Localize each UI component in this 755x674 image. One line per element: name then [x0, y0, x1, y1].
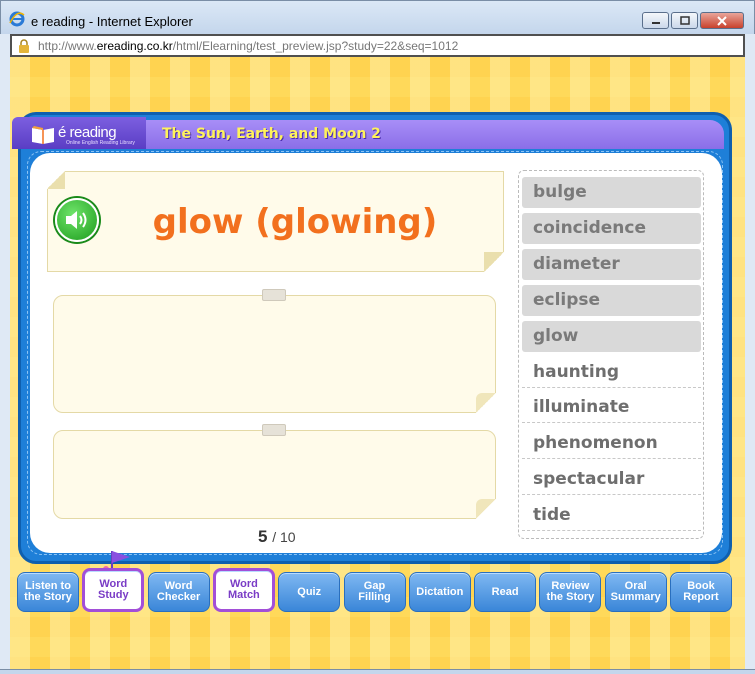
nav-button-book-report[interactable]: Book Report: [670, 572, 732, 612]
nav-label-line2: Match: [228, 589, 260, 601]
word-list-item[interactable]: phenomenon: [522, 428, 701, 460]
word-list-item[interactable]: glow: [522, 320, 701, 352]
nav-button-oral-summary[interactable]: Oral Summary: [604, 572, 667, 612]
url-path: /html/Elearning/test_preview.jsp?study=2…: [172, 39, 459, 53]
nav-label-line2: Report: [683, 591, 719, 603]
nav-label-line2: the Story: [24, 591, 72, 603]
window-controls: [642, 12, 744, 29]
word-list-item[interactable]: diameter: [522, 248, 701, 280]
nav-label-line2: Filling: [358, 591, 391, 603]
paper-clip: [262, 424, 286, 436]
word-list-item[interactable]: haunting: [522, 357, 701, 388]
nav-button-label: Book Report: [683, 581, 718, 603]
lock-icon: [19, 39, 29, 53]
maximize-button[interactable]: [671, 12, 698, 29]
close-button[interactable]: [700, 12, 744, 29]
nav-button-review-the-story[interactable]: Review the Story: [539, 572, 602, 612]
nav-button-label: Quiz: [297, 585, 322, 598]
url-prefix: http://www.: [38, 39, 97, 53]
example-drop-area[interactable]: [53, 430, 496, 519]
word-list-item[interactable]: coincidence: [522, 212, 701, 244]
logo-text: é reading: [58, 124, 117, 141]
speaker-button[interactable]: [55, 198, 99, 242]
nav-label-line2: Study: [98, 589, 129, 601]
vocabulary-word: glow (glowing): [152, 202, 438, 242]
nav-button-gap-filling[interactable]: Gap Filling: [343, 572, 406, 612]
internet-explorer-icon: [9, 11, 25, 27]
nav-button-listen-to-the-story[interactable]: Listen to the Story: [17, 572, 79, 612]
logo-subtext: Online English Reading Library: [66, 140, 135, 146]
nav-button-word-study[interactable]: Word Study: [82, 568, 145, 612]
nav-label-line2: the Story: [546, 591, 595, 603]
nav-button-label: Listen to the Story: [24, 581, 72, 603]
nav-button-word-checker[interactable]: Word Checker: [147, 572, 210, 612]
nav-button-label: Dictation: [416, 585, 464, 598]
window-titlebar: e reading - Internet Explorer: [0, 0, 755, 34]
nav-button-label: Word Study: [98, 579, 129, 601]
nav-button-label: Review the Story: [547, 581, 595, 603]
nav-label-line1: Read: [491, 585, 519, 598]
nav-button-label: Read: [491, 585, 519, 598]
nav-button-word-match[interactable]: Word Match: [212, 568, 275, 612]
nav-label-line2: Summary: [610, 591, 661, 603]
url-text: http://www.ereading.co.kr/html/Elearning…: [38, 39, 458, 53]
total-pages: / 10: [272, 529, 296, 545]
window-title: e reading - Internet Explorer: [31, 14, 193, 29]
close-icon: [717, 15, 727, 26]
address-bar[interactable]: http://www.ereading.co.kr/html/Elearning…: [10, 34, 745, 57]
nav-button-label: Gap Filling: [358, 581, 390, 603]
word-list-item[interactable]: tide: [522, 500, 701, 532]
word-list-item[interactable]: illuminate: [522, 392, 701, 424]
nav-button-label: Word Checker: [157, 581, 200, 603]
current-page: 5: [258, 527, 268, 546]
book-logo-icon: [32, 126, 54, 144]
minimize-button[interactable]: [642, 12, 669, 29]
maximize-icon: [679, 16, 690, 25]
nav-button-label: Oral Summary: [611, 581, 661, 603]
bottom-navigation: Listen to the Story Word Study Word Checker Wo…: [17, 568, 733, 612]
nav-button-label: Word Match: [228, 579, 260, 601]
nav-button-quiz[interactable]: Quiz: [278, 572, 341, 612]
url-domain: ereading.co.kr: [96, 39, 173, 53]
paper-clip: [262, 289, 286, 301]
nav-button-read[interactable]: Read: [474, 572, 537, 612]
definition-drop-area[interactable]: [53, 295, 496, 413]
nav-label-line2: Checker: [156, 591, 201, 603]
page-counter: 5 / 10: [258, 527, 296, 547]
word-list-item[interactable]: eclipse: [522, 284, 701, 316]
book-title: The Sun, Earth, and Moon 2: [162, 126, 381, 142]
word-list-item[interactable]: bulge: [522, 177, 701, 208]
word-list-item[interactable]: spectacular: [522, 464, 701, 496]
nav-label-line1: Quiz: [297, 585, 322, 598]
nav-button-dictation[interactable]: Dictation: [408, 572, 471, 612]
window-bottom-border: [0, 669, 755, 674]
speaker-icon: [66, 211, 87, 229]
nav-label-line1: Dictation: [416, 585, 464, 598]
minimize-icon: [651, 21, 660, 24]
